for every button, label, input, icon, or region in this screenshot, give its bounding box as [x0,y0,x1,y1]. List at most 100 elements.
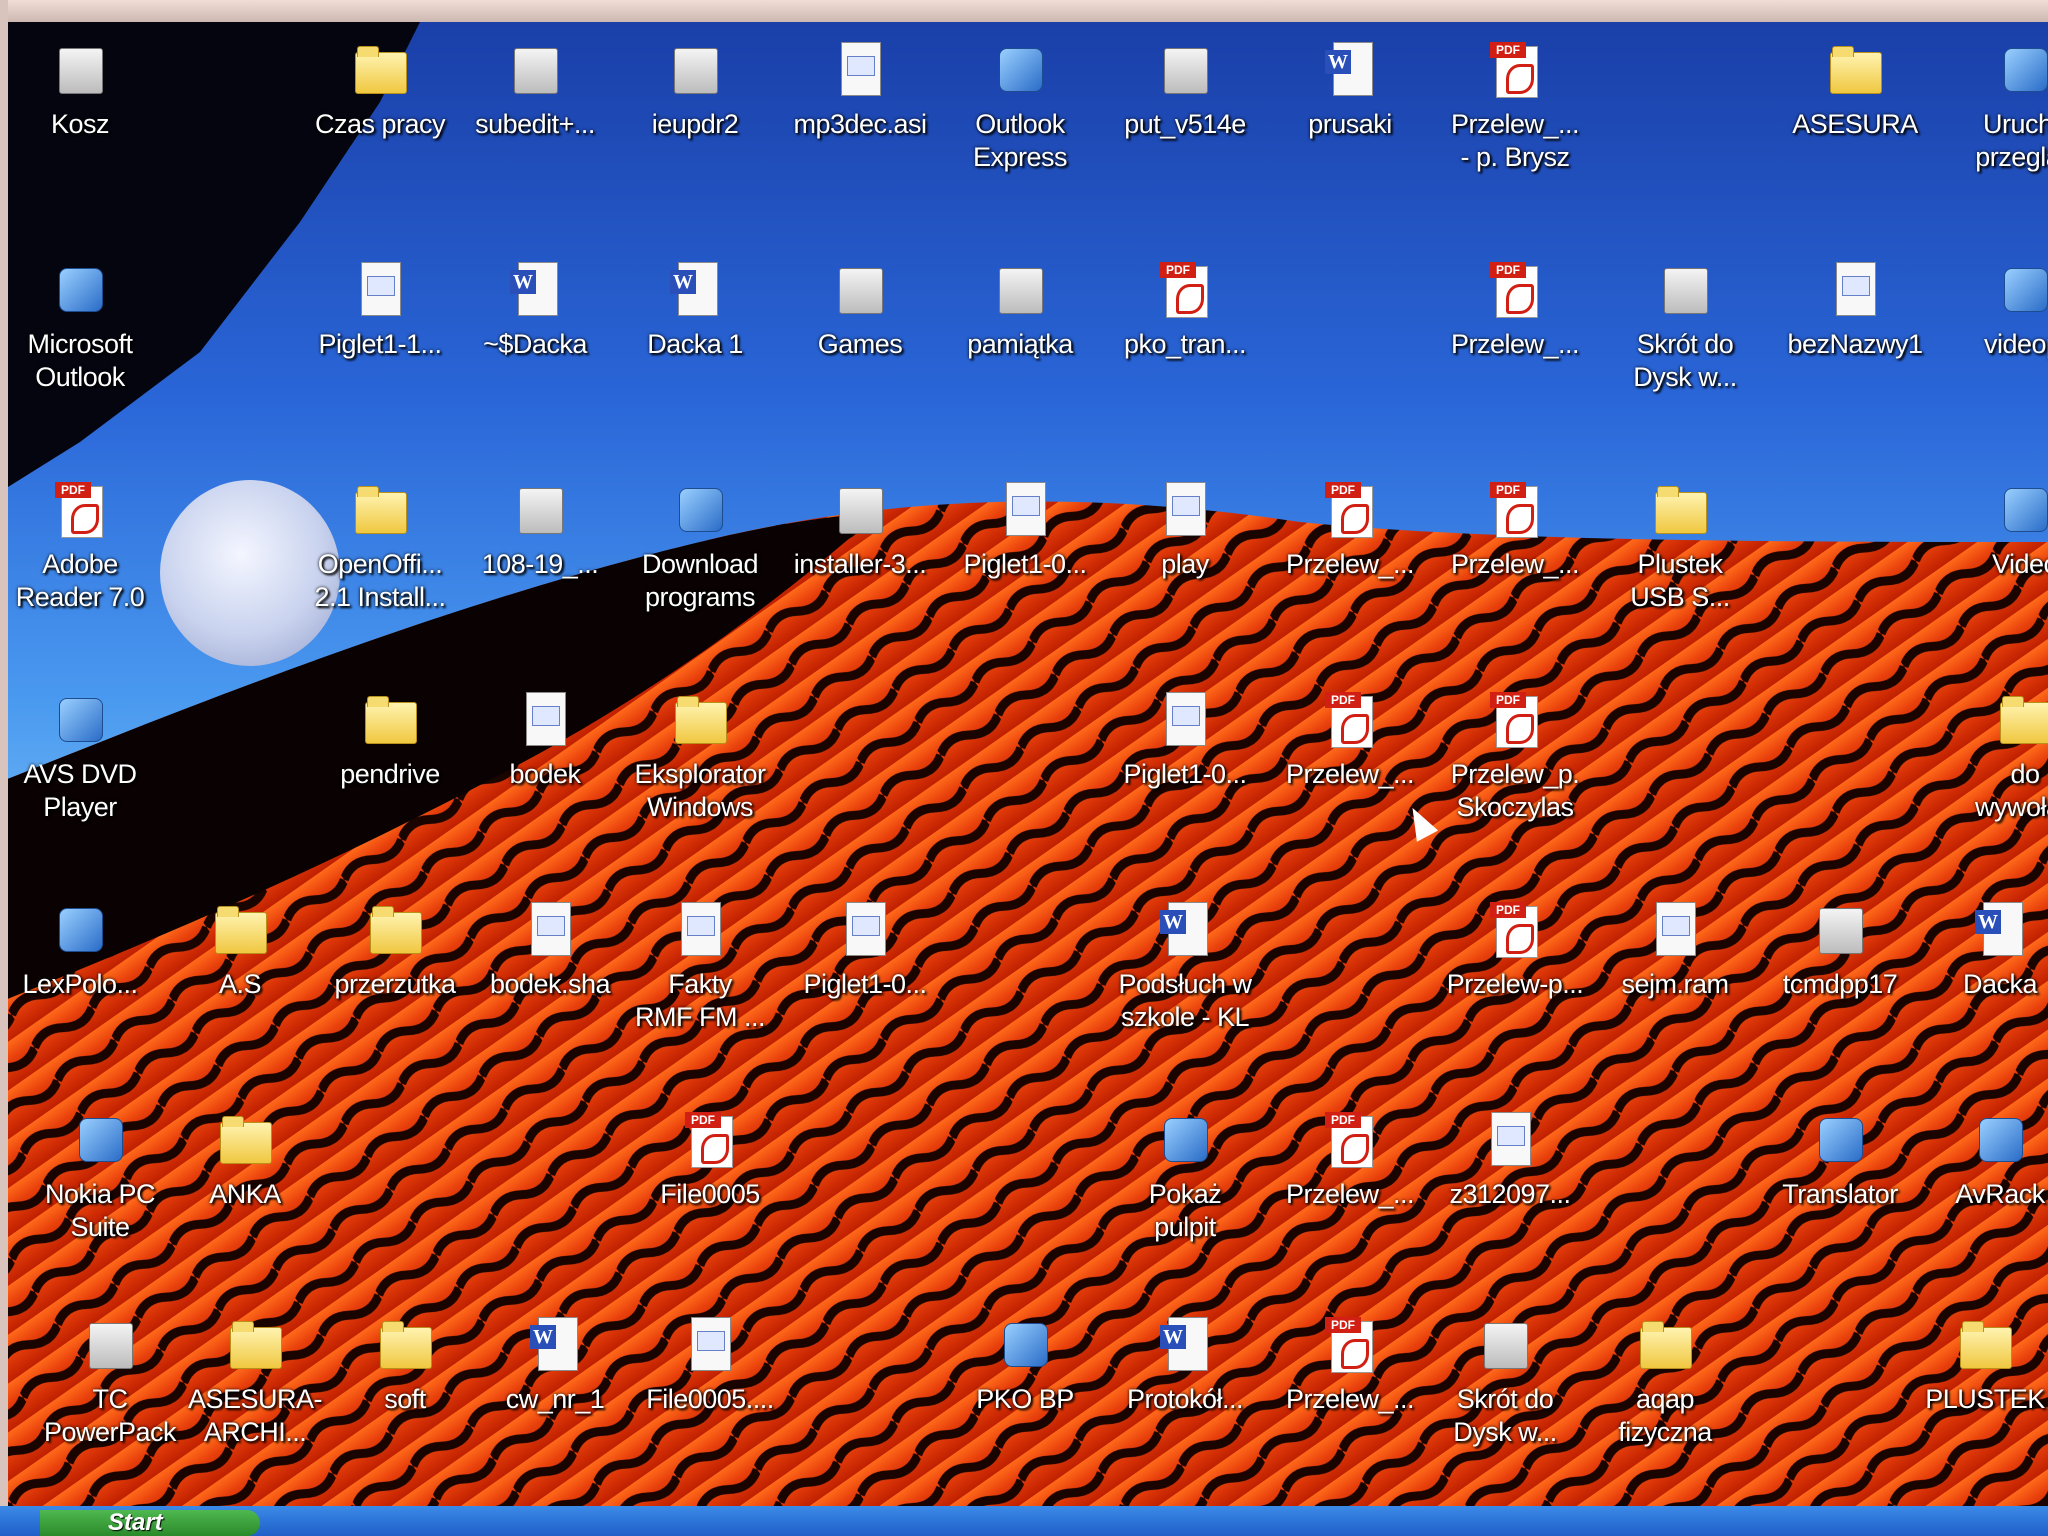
desktop-icon[interactable]: przerzutka [315,902,475,1001]
monitor-bezel-top [0,0,2048,24]
desktop-icon[interactable]: Eksplorator Windows [620,692,780,824]
desktop-icon[interactable]: pamiątka [940,262,1100,361]
desktop-icon[interactable]: Download programs [620,482,780,614]
desktop-icon[interactable]: Outlook Express [940,42,1100,174]
desktop-icon[interactable]: Nokia PC Suite [20,1112,180,1244]
desktop-icon[interactable]: Przelew_... [1270,692,1430,791]
archive-icon [1158,42,1212,100]
desktop-icon[interactable]: A.S [160,902,320,1001]
word-document-icon [668,262,722,320]
desktop-icon[interactable]: Przelew_... [1435,262,1595,361]
desktop-icon[interactable]: put_v514e [1105,42,1265,141]
desktop-icon[interactable]: bodek.sha [470,902,630,1001]
desktop-icon-label: PKO BP [976,1384,1074,1414]
adobe-swoosh [1176,284,1204,314]
desktop-icon[interactable]: Przelew_... [1270,1112,1430,1211]
desktop-icon[interactable]: Plustek USB S... [1600,482,1760,614]
desktop-icon[interactable]: Piglet1-1... [300,262,460,361]
desktop-icon[interactable]: Czas pracy [300,42,460,141]
desktop-icon[interactable]: ASESURA [1775,42,1935,141]
desktop-icon[interactable]: Translator [1760,1112,1920,1211]
desktop-icon[interactable]: ieupdr2 [615,42,775,141]
start-button[interactable]: Start [40,1510,260,1536]
desktop-icon[interactable]: Kosz [0,42,160,141]
desktop-icon[interactable]: Fakty RMF FM ... [620,902,780,1034]
folder-icon [353,42,407,100]
adobe-swoosh [71,504,99,534]
desktop-icon[interactable]: Przelew_... [1435,482,1595,581]
desktop-icon-label: Przelew_p. Skoczylas [1450,759,1580,822]
desktop-icon[interactable]: Microsoft Outlook [0,262,160,394]
desktop-icon[interactable]: tcmdpp17 [1760,902,1920,1001]
drive-shortcut-icon [1658,262,1712,320]
download-programs-icon [673,482,727,540]
file-icon [833,42,887,100]
internet-explorer-icon [1998,42,2048,100]
desktop-icon[interactable]: AVS DVD Player [0,692,160,824]
desktop-icon[interactable]: bodek [465,692,625,791]
desktop-icon[interactable]: Urucho przegląd [1945,42,2048,174]
desktop-icon[interactable]: LexPolo... [0,902,160,1001]
desktop-icon[interactable]: Protokół... [1105,1317,1265,1416]
desktop-icon[interactable]: Piglet1-0... [785,902,945,1001]
desktop-icon[interactable]: ASESURA- ARCHI... [175,1317,335,1449]
desktop-icon[interactable]: AvRack [1920,1112,2048,1211]
file-icon [838,902,892,960]
desktop-icon[interactable]: ~$Dacka [455,262,615,361]
desktop-icon[interactable]: play [1105,482,1265,581]
desktop-icon[interactable]: Games [780,262,940,361]
desktop-icon-label: tcmdpp17 [1782,969,1898,999]
desert-wallpaper [0,22,2048,1536]
file-icon [353,262,407,320]
desktop-icon-label: subedit+... [475,109,595,139]
desktop-icon[interactable]: sejm.ram [1595,902,1755,1001]
folder-icon [1638,1317,1692,1375]
tc-powerpack-icon [83,1317,137,1375]
desktop-icon[interactable]: Dacka [1920,902,2048,1001]
pdf-document-icon [1488,262,1542,320]
desktop-icon[interactable]: pendrive [310,692,470,791]
desktop-icon-label: Adobe Reader 7.0 [15,549,145,612]
desktop-icon[interactable]: mp3dec.asi [780,42,940,141]
desktop-icon[interactable]: Przelew_... [1270,482,1430,581]
desktop-icon[interactable]: 108-19_... [460,482,620,581]
desktop-icon[interactable]: Przelew-p... [1435,902,1595,1001]
pdf-document-icon [1488,902,1542,960]
desktop-icon-label: Skrót do Dysk w... [1453,1384,1557,1447]
desktop-icon[interactable]: Skrót do Dysk w... [1425,1317,1585,1449]
desktop-icon[interactable]: File0005.... [630,1317,790,1416]
folder-icon [378,1317,432,1375]
desktop-icon-label: Video [1991,549,2048,579]
desktop-icon[interactable]: subedit+... [455,42,615,141]
desktop-icon[interactable]: ANKA [165,1112,325,1211]
desktop-icon[interactable]: do wywołan [1945,692,2048,824]
desktop-icon[interactable]: Piglet1-0... [1105,692,1265,791]
desktop-icon[interactable]: Piglet1-0... [945,482,1105,581]
desktop-icon-label: sejm.ram [1621,969,1729,999]
desktop-icon[interactable]: Adobe Reader 7.0 [0,482,160,614]
desktop-icon[interactable]: soft [325,1317,485,1416]
desktop-icon[interactable]: Video [1945,482,2048,581]
desktop-icon[interactable]: z312097... [1430,1112,1590,1211]
desktop-icon[interactable]: installer-3... [780,482,940,581]
desktop-icon[interactable]: bezNazwy1 [1775,262,1935,361]
desktop-icon[interactable]: PKO BP [945,1317,1105,1416]
desktop-icon[interactable]: Skrót do Dysk w... [1605,262,1765,394]
desktop-icon[interactable]: PLUSTEK [1905,1317,2048,1416]
desktop-icon[interactable]: TC PowerPack [30,1317,190,1449]
desktop-icon[interactable]: videopl [1945,262,2048,361]
desktop-icon[interactable]: Dacka 1 [615,262,775,361]
desktop-icon[interactable]: pko_tran... [1105,262,1265,361]
desktop-icon[interactable]: OpenOffi... 2.1 Install... [300,482,460,614]
desktop-icon[interactable]: Przelew_p. Skoczylas [1435,692,1595,824]
desktop-icon[interactable]: Podsłuch w szkole - KL [1105,902,1265,1034]
desktop-icon[interactable]: File0005 [630,1112,790,1211]
desktop-icon-label: przerzutka [334,969,456,999]
desktop-icon[interactable]: Pokaż pulpit [1105,1112,1265,1244]
desktop-icon[interactable]: prusaki [1270,42,1430,141]
desktop-icon-label: 108-19_... [481,549,599,579]
desktop-icon[interactable]: cw_nr_1 [475,1317,635,1416]
desktop-icon[interactable]: aqap fizyczna [1585,1317,1745,1449]
desktop-icon[interactable]: Przelew_... [1270,1317,1430,1416]
desktop-icon[interactable]: Przelew_... - p. Brysz [1435,42,1595,174]
